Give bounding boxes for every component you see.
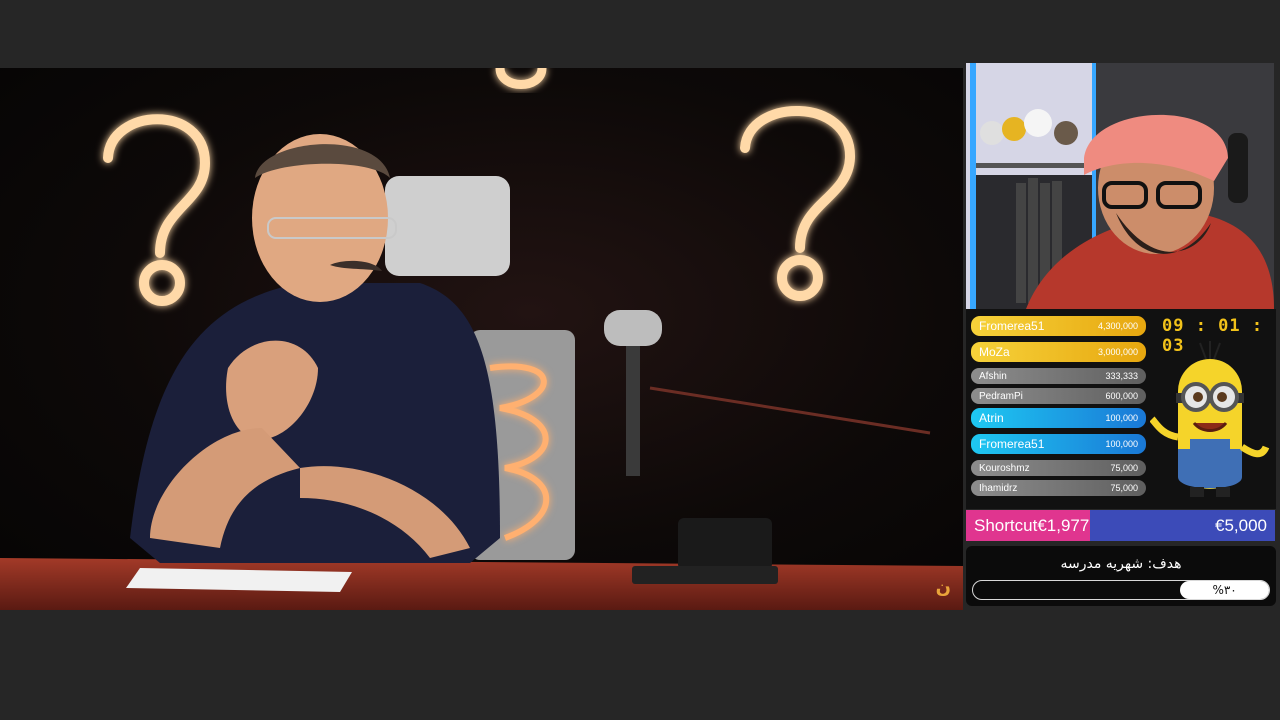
main-video: ن [0,68,963,610]
headphones [1228,133,1248,203]
webcam-scene [966,63,1274,309]
goal-title: هدف: شهریه مدرسه [1060,556,1182,572]
donation-amount: 75,000 [1110,483,1138,493]
mug [678,518,772,570]
goal-progress-track: %۳۰ [972,580,1270,600]
shortcut-label: Shortcut [974,515,1038,535]
donor-name: PedramPi [979,390,1023,402]
donor-name: Ihamidrz [979,482,1018,494]
goal-percent-label: %۳۰ [1212,583,1237,597]
goal-progress-fill: %۳۰ [1180,581,1269,599]
donation-row: Ihamidrz 75,000 [971,480,1146,496]
donor-name: Kouroshmz [979,462,1030,474]
donation-amount: 600,000 [1105,391,1138,401]
donation-row: Atrin 100,000 [971,408,1146,428]
video-scene [0,68,963,610]
minion-mascot [1150,341,1270,497]
goal-panel: هدف: شهریه مدرسه %۳۰ [966,546,1276,606]
donation-amount: 75,000 [1110,463,1138,473]
donation-amount: 100,000 [1105,413,1138,423]
neon-question-mark-left [103,114,211,306]
channel-logo: ن [935,577,951,598]
chair-headrest [385,176,510,276]
donation-amount: 333,333 [1105,371,1138,381]
microphone [604,310,662,346]
donor-name: Afshin [979,370,1007,382]
donation-row: PedramPi 600,000 [971,388,1146,404]
neon-question-mark-right [740,105,856,301]
donation-amount: 3,000,000 [1097,347,1138,357]
shortcut-progress-remaining: €5,000 [1089,510,1275,541]
donation-row: Afshin 333,333 [971,368,1146,384]
donation-row: Kouroshmz 75,000 [971,460,1146,476]
donation-amount: 4,300,000 [1097,321,1138,331]
paper [126,568,352,592]
streamer-webcam [966,63,1274,309]
donation-row: Fromerea51 4,300,000 [971,316,1146,336]
donor-name: MoZa [979,345,1010,359]
donor-name: Fromerea51 [979,319,1045,333]
donation-amount: 100,000 [1105,439,1138,449]
donor-name: Fromerea51 [979,437,1045,451]
donation-row: Fromerea51 100,000 [971,434,1146,454]
neon-question-mark-top [495,68,547,89]
shortcut-progress-fill: Shortcut €1,977.90 [966,510,1113,541]
donation-row: MoZa 3,000,000 [971,342,1146,362]
donation-panel: Fromerea51 4,300,000 MoZa 3,000,000 Afshin… [966,309,1276,509]
shortcut-target-amount: €5,000 [1215,515,1267,535]
shortcut-donation-bar: Shortcut €1,977.90 €5,000 [966,510,1275,541]
donor-name: Atrin [979,411,1004,425]
